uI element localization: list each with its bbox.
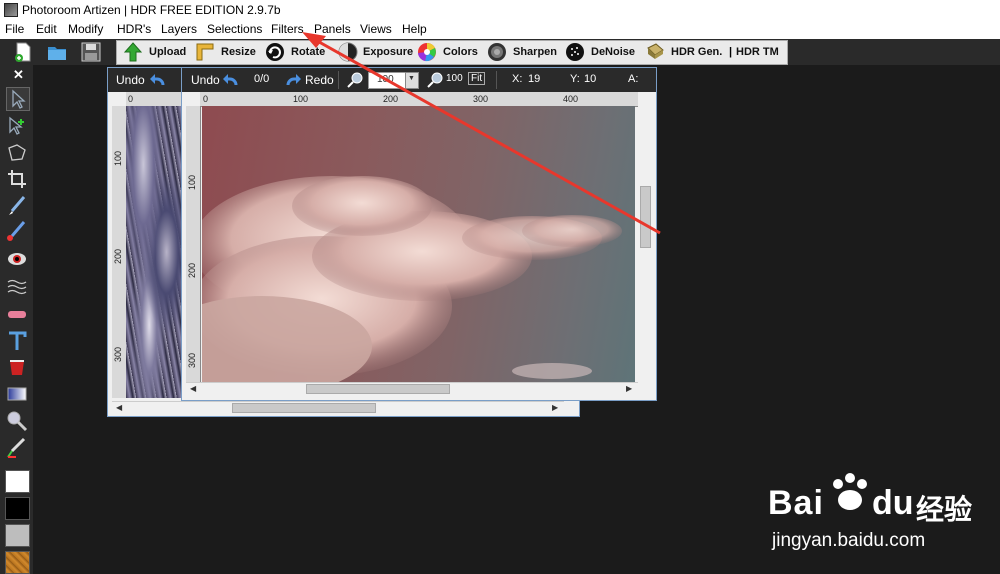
baidu-watermark: Bai du 经验 jingyan.baidu.com [768,470,988,570]
watermark-cn: 经验 [916,494,973,525]
paw-icon [833,473,867,510]
watermark-url: jingyan.baidu.com [772,530,926,551]
watermark-brand: Bai [768,484,824,522]
watermark-brand2: du [872,484,914,522]
